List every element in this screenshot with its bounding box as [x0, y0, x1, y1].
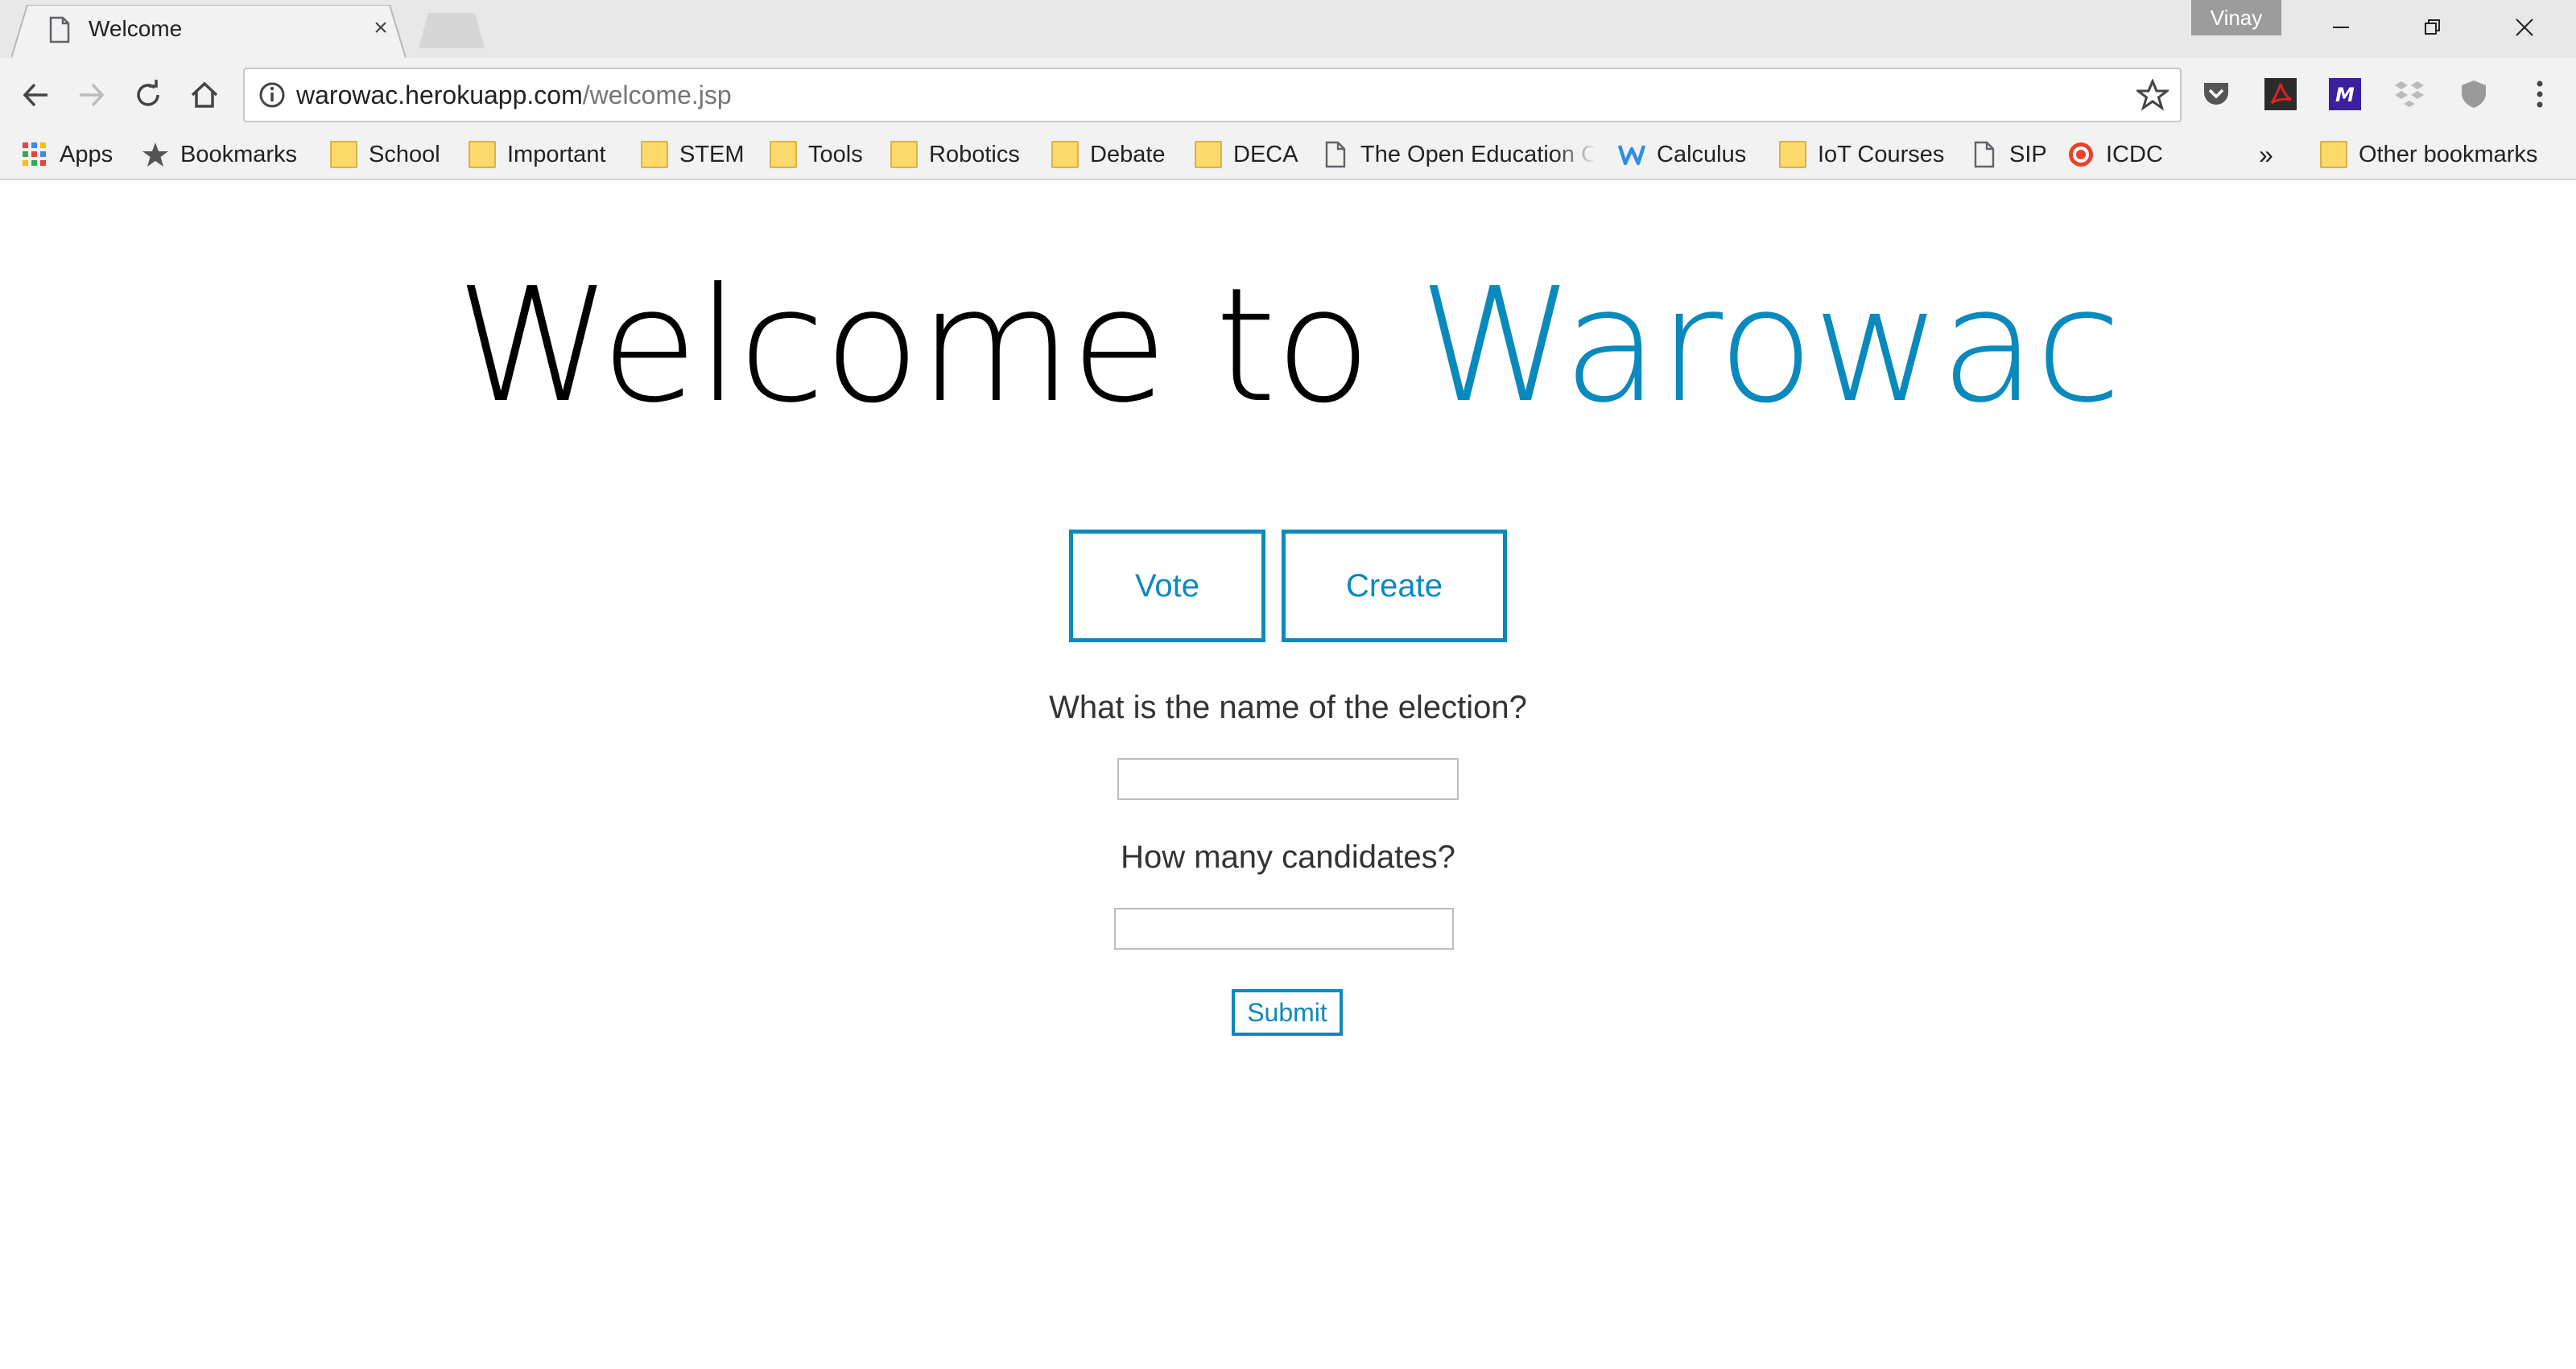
bookmark-label: Tools — [808, 141, 863, 167]
folder-icon — [2320, 141, 2347, 168]
new-tab-button[interactable] — [419, 13, 485, 48]
pocket-extension-icon[interactable] — [2198, 76, 2235, 113]
headline-prefix: Welcome to — [456, 254, 1419, 438]
bookmark-folder-important[interactable]: Important — [469, 137, 606, 172]
submit-button[interactable]: Submit — [1232, 989, 1343, 1036]
close-tab-icon[interactable]: × — [367, 14, 394, 42]
bookmark-label: The Open Education C — [1360, 141, 1596, 167]
bookmarks-bar: Apps Bookmarks School Important STEM Too… — [0, 130, 2576, 180]
bookmark-folder-stem[interactable]: STEM — [641, 137, 745, 172]
brand-name: Warowac — [1418, 254, 2122, 438]
bookmark-other-bookmarks[interactable]: Other bookmarks — [2320, 137, 2537, 172]
back-arrow-icon — [23, 83, 47, 107]
apps-grid-icon — [23, 142, 46, 166]
bookmark-apps[interactable]: Apps — [21, 137, 113, 172]
reload-icon — [137, 80, 159, 106]
acrobat-extension-icon[interactable] — [2262, 76, 2299, 113]
target-icon — [2069, 142, 2093, 167]
page-title: Welcome to Warowac — [0, 258, 2576, 435]
bookmark-bookmarks[interactable]: Bookmarks — [142, 137, 297, 172]
folder-icon — [1195, 141, 1222, 168]
minimize-icon — [2333, 27, 2349, 28]
bookmark-label: Bookmarks — [180, 141, 298, 167]
back-button[interactable] — [13, 72, 58, 118]
menu-button[interactable] — [2521, 76, 2558, 113]
bookmark-label: IoT Courses — [1818, 141, 1945, 167]
minimize-button[interactable] — [2296, 0, 2386, 55]
bookmark-label: Important — [507, 141, 606, 167]
bookmark-label: School — [369, 141, 440, 167]
address-bar[interactable]: warowac.herokuapp.com/welcome.jsp — [243, 68, 2182, 122]
url-path: /welcome.jsp — [582, 80, 732, 109]
svg-text:M: M — [2335, 84, 2355, 106]
bookmark-label: SIP — [2009, 141, 2047, 167]
bookmark-folder-tools[interactable]: Tools — [770, 137, 863, 172]
bookmark-star-icon[interactable] — [2136, 79, 2169, 111]
page-icon — [49, 16, 70, 43]
restore-button[interactable] — [2388, 0, 2478, 55]
tab-title: Welcome — [89, 16, 183, 41]
restore-icon — [2425, 19, 2440, 35]
bookmark-icdc[interactable]: ICDC — [2067, 137, 2163, 172]
star-icon — [142, 142, 168, 167]
bookmark-label: Calculus — [1657, 141, 1747, 167]
folder-icon — [1051, 141, 1079, 168]
folder-icon — [641, 141, 668, 168]
bookmark-folder-robotics[interactable]: Robotics — [890, 137, 1020, 172]
bookmark-folder-deca[interactable]: DECA — [1195, 137, 1298, 172]
bookmark-label: Debate — [1090, 141, 1166, 167]
bookmarks-overflow-button[interactable]: » — [2259, 137, 2273, 172]
bookmark-label: DECA — [1233, 141, 1298, 167]
bookmark-folder-debate[interactable]: Debate — [1051, 137, 1166, 172]
shield-extension-icon[interactable] — [2455, 76, 2492, 113]
browser-toolbar: warowac.herokuapp.com/welcome.jsp M — [0, 58, 2576, 130]
bookmark-label: Apps — [60, 141, 114, 167]
forward-arrow-icon — [80, 83, 105, 107]
vote-button[interactable]: Vote — [1069, 530, 1265, 642]
folder-icon — [1779, 141, 1806, 168]
bookmark-label: STEM — [679, 141, 745, 167]
close-icon — [2516, 19, 2533, 36]
candidates-count-input[interactable] — [1114, 908, 1454, 950]
bookmark-sip[interactable]: SIP — [1971, 137, 2047, 172]
tab-strip: Welcome × Vinay — [0, 0, 2576, 58]
create-button[interactable]: Create — [1282, 530, 1507, 642]
reload-button[interactable] — [126, 72, 171, 118]
home-icon — [191, 81, 218, 108]
election-name-label: What is the name of the election? — [1049, 690, 1527, 725]
close-window-button[interactable] — [2479, 0, 2570, 55]
folder-icon — [890, 141, 918, 168]
bookmark-open-education[interactable]: The Open Education C — [1322, 137, 1596, 172]
dropbox-extension-icon[interactable] — [2391, 76, 2428, 113]
bookmark-folder-iot[interactable]: IoT Courses — [1779, 137, 1944, 172]
m-extension-icon[interactable]: M — [2326, 76, 2363, 113]
more-vertical-icon — [2537, 80, 2543, 108]
url-text: warowac.herokuapp.com/welcome.jsp — [296, 79, 732, 111]
folder-icon — [330, 141, 357, 168]
bookmark-label: Other bookmarks — [2359, 141, 2538, 167]
forward-button[interactable] — [69, 72, 114, 118]
info-icon[interactable] — [258, 80, 287, 109]
election-name-input[interactable] — [1117, 758, 1459, 800]
bookmark-label: Robotics — [929, 141, 1020, 167]
url-host: warowac.herokuapp.com — [296, 80, 583, 109]
folder-icon — [770, 141, 797, 168]
page-icon — [1325, 141, 1346, 168]
home-button[interactable] — [182, 72, 227, 118]
bookmark-folder-school[interactable]: School — [330, 137, 440, 172]
page-icon — [1974, 141, 1995, 168]
page-content: Welcome to Warowac Vote Create What is t… — [0, 180, 2576, 1363]
profile-badge[interactable]: Vinay — [2191, 0, 2281, 35]
candidates-count-label: How many candidates? — [1121, 839, 1455, 875]
weebly-icon — [1618, 145, 1645, 166]
folder-icon — [469, 141, 496, 168]
bookmark-label: ICDC — [2106, 141, 2163, 167]
bookmark-calculus[interactable]: Calculus — [1618, 137, 1746, 172]
